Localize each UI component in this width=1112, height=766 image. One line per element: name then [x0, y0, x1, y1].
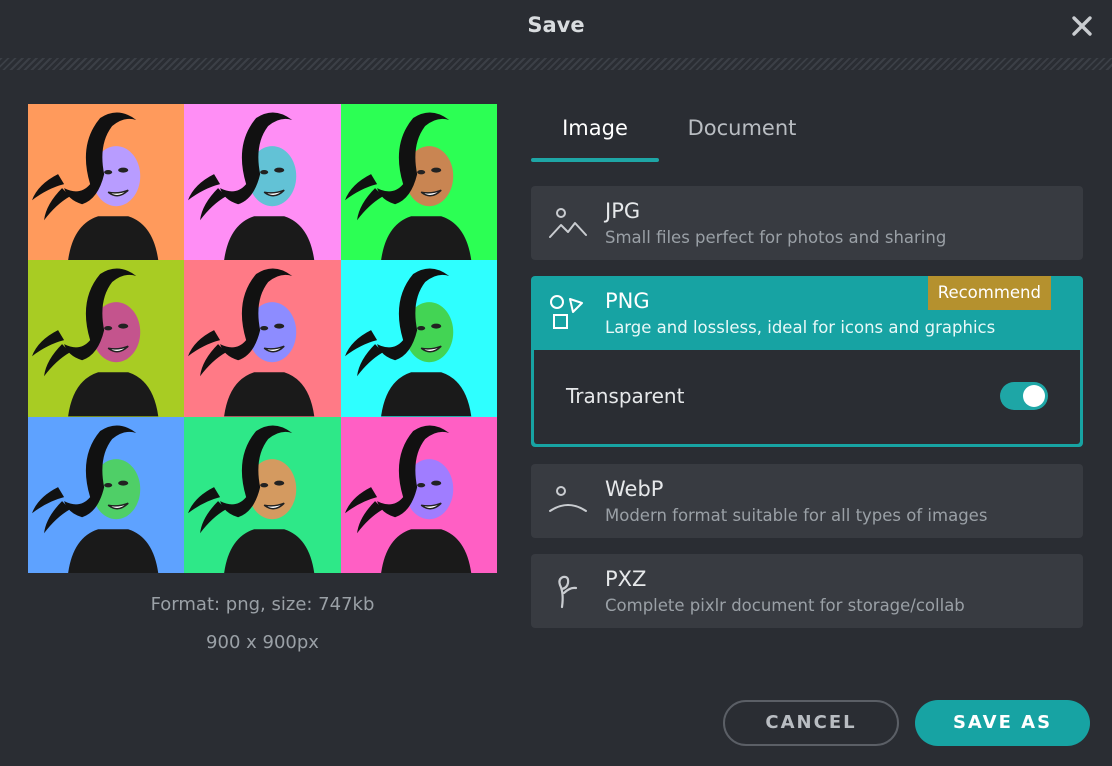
- image-preview: [28, 104, 497, 573]
- format-size-text: Format: png, size: 747kb: [150, 594, 375, 615]
- active-tab-indicator: [531, 158, 659, 162]
- option-png-name: PNG: [605, 289, 650, 313]
- option-png[interactable]: PNG Large and lossless, ideal for icons …: [531, 276, 1083, 350]
- portrait-silhouette: [344, 112, 471, 261]
- portrait-silhouette: [32, 112, 159, 261]
- preview-tile: [340, 416, 497, 573]
- cancel-button[interactable]: CANCEL: [723, 700, 899, 746]
- portrait-silhouette: [32, 268, 159, 417]
- option-jpg[interactable]: JPG Small files perfect for photos and s…: [531, 186, 1083, 260]
- save-as-button[interactable]: SAVE AS: [915, 700, 1090, 746]
- preview-tile: [28, 104, 185, 261]
- option-webp-name: WebP: [605, 477, 664, 501]
- transparent-label: Transparent: [566, 384, 685, 408]
- recommend-badge: Recommend: [927, 276, 1051, 310]
- preview-tile: [28, 416, 185, 573]
- option-jpg-name: JPG: [605, 199, 641, 223]
- tab-document[interactable]: Document: [673, 104, 811, 162]
- preview-tile: [340, 260, 497, 417]
- option-jpg-description: Small files perfect for photos and shari…: [605, 228, 947, 247]
- dialog-title: Save: [527, 13, 585, 37]
- portrait-silhouette: [32, 425, 159, 573]
- tab-image[interactable]: Image: [531, 104, 659, 162]
- close-button[interactable]: [1068, 12, 1096, 40]
- header-divider: [0, 58, 1112, 70]
- option-pxz[interactable]: PXZ Complete pixlr document for storage/…: [531, 554, 1083, 628]
- toggle-knob: [1023, 385, 1045, 407]
- format-tabs: Image Document: [531, 104, 831, 162]
- shapes-icon: [550, 295, 583, 329]
- preview-tile: [184, 416, 341, 573]
- pixlr-icon: [558, 575, 578, 609]
- portrait-silhouette: [188, 268, 315, 417]
- portrait-silhouette: [188, 112, 315, 261]
- preview-tile: [184, 260, 341, 417]
- option-pxz-description: Complete pixlr document for storage/coll…: [605, 596, 965, 615]
- image-mountain-icon: [549, 208, 587, 238]
- close-icon: [1072, 16, 1092, 36]
- portrait-silhouette: [344, 425, 471, 573]
- option-webp[interactable]: WebP Modern format suitable for all type…: [531, 464, 1083, 538]
- preview-tile: [184, 104, 341, 261]
- option-png-selected: PNG Large and lossless, ideal for icons …: [531, 276, 1083, 447]
- dimensions-text: 900 x 900px: [206, 632, 319, 653]
- transparent-toggle[interactable]: [1000, 382, 1048, 410]
- portrait-silhouette: [344, 268, 471, 417]
- dialog-header: Save: [0, 0, 1112, 58]
- preview-tile: [28, 260, 185, 417]
- preview-tile: [340, 104, 497, 261]
- option-webp-description: Modern format suitable for all types of …: [605, 506, 988, 525]
- option-pxz-name: PXZ: [605, 567, 647, 591]
- portrait-silhouette: [188, 425, 315, 573]
- option-png-description: Large and lossless, ideal for icons and …: [605, 318, 996, 337]
- webp-icon: [549, 486, 587, 512]
- png-options-panel: Transparent: [534, 350, 1080, 444]
